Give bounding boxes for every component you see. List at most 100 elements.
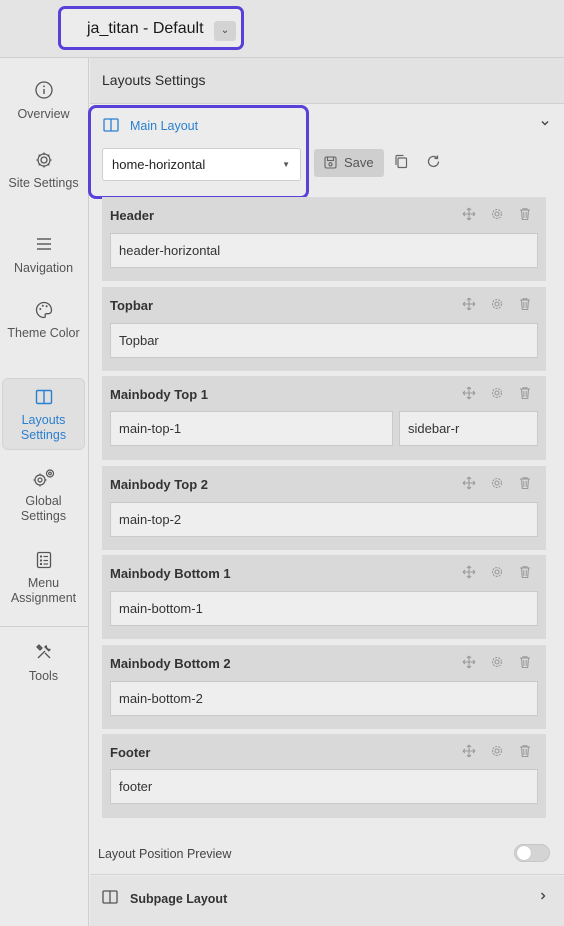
trash-icon[interactable] <box>518 655 532 669</box>
position-field[interactable]: Topbar <box>110 323 538 358</box>
layout-preview-toggle[interactable] <box>514 844 550 862</box>
section-title: Mainbody Bottom 2 <box>110 656 231 671</box>
move-icon[interactable] <box>462 744 476 758</box>
position-name: Topbar <box>119 333 159 348</box>
sidebar: Overview Site Settings Navigation Theme … <box>0 58 89 926</box>
position-field[interactable]: main-bottom-2 <box>110 681 538 716</box>
section-title: Mainbody Top 2 <box>110 477 208 492</box>
main-layout-panel: Main Layout home-horizontal ▼ <box>88 105 309 199</box>
template-name: ja_titan - Default <box>87 20 204 37</box>
position-name: main-bottom-2 <box>119 691 203 706</box>
trash-icon[interactable] <box>518 297 532 311</box>
gear-icon[interactable] <box>490 297 504 311</box>
gear-icon[interactable] <box>490 655 504 669</box>
top-bar: ja_titan - Default ⌄ <box>0 0 564 58</box>
save-label: Save <box>344 155 374 170</box>
main-layout-label: Main Layout <box>130 119 199 133</box>
position-name: sidebar-r <box>408 421 460 436</box>
section-tools <box>462 297 532 311</box>
move-icon[interactable] <box>462 386 476 400</box>
trash-icon[interactable] <box>518 476 532 490</box>
subpage-layout-label: Subpage Layout <box>130 892 228 906</box>
gear-icon[interactable] <box>490 386 504 400</box>
sidebar-item-label: Theme Color <box>7 326 80 340</box>
position-field[interactable]: header-horizontal <box>110 233 538 268</box>
sidebar-divider <box>0 626 89 627</box>
tools-icon <box>35 644 51 659</box>
gear-icon[interactable] <box>490 744 504 758</box>
sidebar-item-site-settings[interactable]: Site Settings <box>2 150 85 208</box>
section-topbar: Topbar Topbar <box>102 287 546 371</box>
trash-icon[interactable] <box>518 386 532 400</box>
move-icon[interactable] <box>462 207 476 221</box>
sidebar-item-label: Navigation <box>13 261 74 275</box>
panel-header: Layouts Settings <box>90 58 564 104</box>
refresh-icon[interactable] <box>426 154 441 172</box>
gear-icon[interactable] <box>490 207 504 221</box>
chevron-down-icon[interactable]: ⌄ <box>214 21 236 41</box>
toggle-knob <box>517 846 531 860</box>
layout-select[interactable]: home-horizontal ▼ <box>102 148 301 181</box>
trash-icon[interactable] <box>518 565 532 579</box>
section-tools <box>462 565 532 579</box>
palette-icon <box>35 301 52 319</box>
sidebar-item-global-settings[interactable]: Global Settings <box>2 468 85 526</box>
position-name: header-horizontal <box>119 243 221 258</box>
move-icon[interactable] <box>462 476 476 490</box>
move-icon[interactable] <box>462 565 476 579</box>
gear-icon[interactable] <box>490 565 504 579</box>
position-field[interactable]: sidebar-r <box>399 411 538 446</box>
list-doc-icon <box>36 551 51 569</box>
trash-icon[interactable] <box>518 744 532 758</box>
section-title: Mainbody Top 1 <box>110 387 208 402</box>
sidebar-item-label: Tools <box>28 669 59 683</box>
position-name: main-bottom-1 <box>119 601 203 616</box>
position-name: main-top-1 <box>119 421 182 436</box>
sidebar-item-theme-color[interactable]: Theme Color <box>2 300 85 358</box>
section-tools <box>462 207 532 221</box>
sidebar-item-label: Global Settings <box>20 494 67 523</box>
sidebar-item-layouts-settings[interactable]: Layouts Settings <box>2 378 85 450</box>
move-icon[interactable] <box>462 655 476 669</box>
section-mainbody-bottom-2: Mainbody Bottom 2 main-bottom-2 <box>102 645 546 729</box>
chevron-right-icon[interactable] <box>538 890 548 904</box>
save-icon <box>324 156 337 169</box>
section-tools <box>462 386 532 400</box>
position-name: main-top-2 <box>119 512 182 527</box>
sidebar-item-overview[interactable]: Overview <box>2 80 85 130</box>
copy-icon[interactable] <box>394 154 408 172</box>
template-selector[interactable]: ja_titan - Default ⌄ <box>58 6 244 50</box>
position-field[interactable]: main-top-1 <box>110 411 393 446</box>
gears-icon <box>33 469 54 487</box>
section-tools <box>462 744 532 758</box>
chevron-down-icon[interactable] <box>540 118 550 131</box>
sidebar-item-menu-assignment[interactable]: Menu Assignment <box>2 550 85 608</box>
section-title: Topbar <box>110 298 154 313</box>
info-icon <box>34 81 53 99</box>
sidebar-item-tools[interactable]: Tools <box>2 642 85 686</box>
layout-columns-icon <box>35 389 52 405</box>
subpage-layout-row[interactable]: Subpage Layout <box>90 876 564 926</box>
layout-preview-label: Layout Position Preview <box>98 847 232 861</box>
gear-icon <box>36 152 51 168</box>
move-icon[interactable] <box>462 297 476 311</box>
layout-select-value: home-horizontal <box>112 157 206 172</box>
section-header: Header header-horizontal <box>102 197 546 281</box>
layout-columns-icon <box>103 118 119 132</box>
sidebar-item-navigation[interactable]: Navigation <box>2 234 85 278</box>
caret-down-icon: ▼ <box>282 160 290 169</box>
position-name: footer <box>119 779 153 794</box>
position-field[interactable]: main-bottom-1 <box>110 591 538 626</box>
layout-columns-icon <box>102 890 118 904</box>
section-mainbody-top-2: Mainbody Top 2 main-top-2 <box>102 466 546 550</box>
layout-preview-row: Layout Position Preview <box>90 835 564 875</box>
section-tools <box>462 655 532 669</box>
position-field[interactable]: footer <box>110 769 538 804</box>
position-field[interactable]: main-top-2 <box>110 502 538 537</box>
trash-icon[interactable] <box>518 207 532 221</box>
sidebar-item-label: Menu Assignment <box>10 576 77 605</box>
sidebar-item-label: Layouts Settings <box>20 413 67 442</box>
save-button[interactable]: Save <box>314 149 384 177</box>
gear-icon[interactable] <box>490 476 504 490</box>
section-footer: Footer footer <box>102 734 546 818</box>
